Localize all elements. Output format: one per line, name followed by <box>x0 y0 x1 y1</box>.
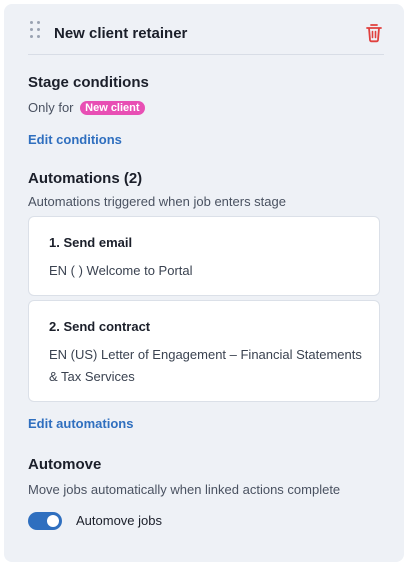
automove-heading: Automove <box>28 456 102 473</box>
automove-toggle[interactable] <box>28 512 62 530</box>
automation-detail: EN (US) Letter of Engagement – Financial… <box>49 347 362 384</box>
stage-panel: New client retainer Stage conditions Onl… <box>4 4 404 562</box>
automations-heading: Automations (2) <box>28 170 143 187</box>
automation-title: 2. Send contract <box>49 319 151 334</box>
edit-automations-link[interactable]: Edit automations <box>28 416 133 431</box>
automove-description: Move jobs automatically when linked acti… <box>28 482 341 497</box>
trash-icon <box>366 24 382 43</box>
automation-card-send-email[interactable]: 1. Send email EN ( ) Welcome to Portal <box>28 216 380 296</box>
automation-detail: EN ( ) Welcome to Portal <box>49 263 193 278</box>
only-for-row: Only for New client <box>28 100 145 116</box>
drag-handle-icon[interactable] <box>30 21 42 39</box>
new-client-badge: New client <box>80 101 145 115</box>
automove-toggle-label: Automove jobs <box>76 513 162 528</box>
toggle-knob <box>47 515 59 527</box>
delete-stage-button[interactable] <box>364 22 384 44</box>
automations-description: Automations triggered when job enters st… <box>28 194 286 209</box>
automation-card-send-contract[interactable]: 2. Send contract EN (US) Letter of Engag… <box>28 300 380 402</box>
automation-title: 1. Send email <box>49 235 133 250</box>
edit-conditions-link[interactable]: Edit conditions <box>28 132 122 147</box>
only-for-label: Only for <box>28 100 74 115</box>
stage-title: New client retainer <box>54 25 188 42</box>
stage-header: New client retainer <box>28 16 384 55</box>
stage-conditions-heading: Stage conditions <box>28 74 149 91</box>
